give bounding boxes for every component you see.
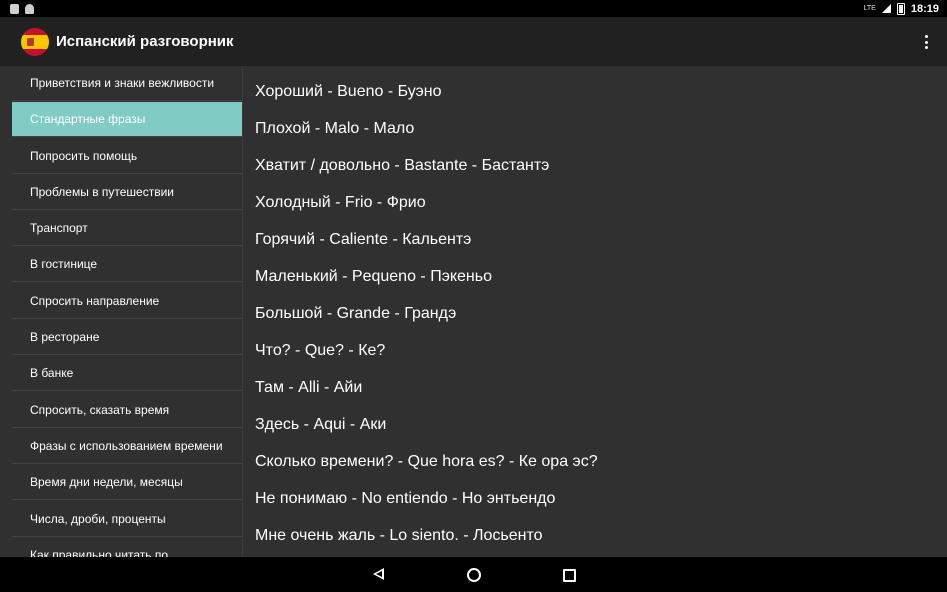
sidebar-item[interactable]: Проблемы в путешествии bbox=[12, 175, 242, 210]
sidebar-item[interactable]: Спросить направление bbox=[12, 284, 242, 319]
sidebar-item-label: Время дни недели, месяцы bbox=[30, 475, 183, 490]
sidebar-item-label: В банке bbox=[30, 366, 74, 381]
notification-file-icon bbox=[10, 3, 19, 14]
phrase-item[interactable]: Большой - Grande - Грандэ bbox=[255, 295, 935, 332]
battery-icon bbox=[896, 2, 905, 15]
sidebar-item-label: В ресторане bbox=[30, 330, 100, 345]
sidebar-item-label: Попросить помощь bbox=[30, 148, 138, 163]
phrase-item[interactable]: Что? - Que? - Ке? bbox=[255, 332, 935, 369]
status-time: 18:19 bbox=[910, 2, 939, 15]
sidebar-item[interactable]: В банке bbox=[12, 356, 242, 392]
phrase-item[interactable]: Здесь - Aqui - Аки bbox=[255, 406, 935, 443]
app-title: Испанский разговорник bbox=[56, 33, 234, 50]
sidebar-item[interactable]: Стандартные фразы bbox=[12, 102, 242, 138]
sidebar-item-label: Приветствия и знаки вежливости bbox=[30, 76, 215, 90]
signal-icon bbox=[881, 4, 891, 13]
home-icon[interactable] bbox=[467, 568, 481, 582]
sidebar-item[interactable]: В гостинице bbox=[12, 247, 242, 283]
phrase-list: Хороший - Bueno - Буэно Плохой - Malo - М… bbox=[255, 73, 935, 554]
phrase-item[interactable]: Мне очень жаль - Lo siento. - Лосьенто bbox=[255, 517, 935, 554]
sidebar-item[interactable]: Приветствия и знаки вежливости bbox=[12, 66, 242, 101]
sidebar-item-label: Проблемы в путешествии bbox=[30, 184, 175, 199]
sidebar-item[interactable]: Спросить, сказать время bbox=[12, 393, 242, 428]
phrase-item[interactable]: Хватит / довольно - Bastante - Бастантэ bbox=[255, 147, 935, 184]
app-bar: Испанский разговорник bbox=[0, 17, 947, 66]
spain-flag-icon bbox=[21, 27, 49, 56]
sidebar-item[interactable]: Попросить помощь bbox=[12, 139, 242, 174]
network-type: LTE bbox=[863, 5, 876, 12]
sidebar-item[interactable]: В ресторане bbox=[12, 320, 242, 356]
sidebar-item-label: Спросить направление bbox=[30, 293, 160, 308]
phrase-item[interactable]: Плохой - Malo - Мало bbox=[255, 110, 935, 147]
sidebar-item[interactable]: Транспорт bbox=[12, 211, 242, 247]
phrase-item[interactable]: Холодный - Frio - Фрио bbox=[255, 184, 935, 221]
phrase-item[interactable]: Там - Alli - Айи bbox=[255, 369, 935, 406]
navigation-bar bbox=[0, 557, 947, 592]
status-bar: LTE 18:19 bbox=[0, 0, 947, 17]
phrase-item[interactable]: Маленький - Pequeno - Пэкеньо bbox=[255, 258, 935, 295]
sidebar-item-label: Числа, дроби, проценты bbox=[30, 511, 166, 526]
recent-apps-icon[interactable] bbox=[563, 569, 576, 582]
phrase-item[interactable]: Не понимаю - No entiendo - Но энтьендо bbox=[255, 480, 935, 517]
sidebar-item-label: Стандартные фразы bbox=[30, 112, 146, 127]
category-list: Приветствия и знаки вежливости Стандартны… bbox=[12, 66, 242, 557]
phrase-item[interactable]: Хороший - Bueno - Буэно bbox=[255, 73, 935, 110]
sidebar-item-label: В гостинице bbox=[30, 257, 98, 272]
phrase-item[interactable]: Сколько времени? - Que hora es? - Ке ора… bbox=[255, 443, 935, 480]
phrase-item[interactable]: Горячий - Caliente - Кальентэ bbox=[255, 221, 935, 258]
overflow-menu-icon[interactable] bbox=[919, 33, 933, 51]
sidebar-item-label: Транспорт bbox=[30, 221, 88, 236]
back-icon[interactable] bbox=[373, 568, 384, 580]
sidebar-item[interactable]: Как правильно читать по bbox=[12, 538, 242, 557]
sidebar-item[interactable]: Числа, дроби, проценты bbox=[12, 502, 242, 537]
sidebar-item-label: Спросить, сказать время bbox=[30, 402, 170, 417]
pane-divider bbox=[242, 66, 243, 557]
sidebar-item-label: Как правильно читать по bbox=[30, 547, 169, 557]
sidebar-item[interactable]: Время дни недели, месяцы bbox=[12, 465, 242, 501]
android-icon bbox=[25, 3, 34, 14]
sidebar-item[interactable]: Фразы с использованием времени bbox=[12, 429, 242, 464]
sidebar-item-label: Фразы с использованием времени bbox=[30, 438, 223, 453]
